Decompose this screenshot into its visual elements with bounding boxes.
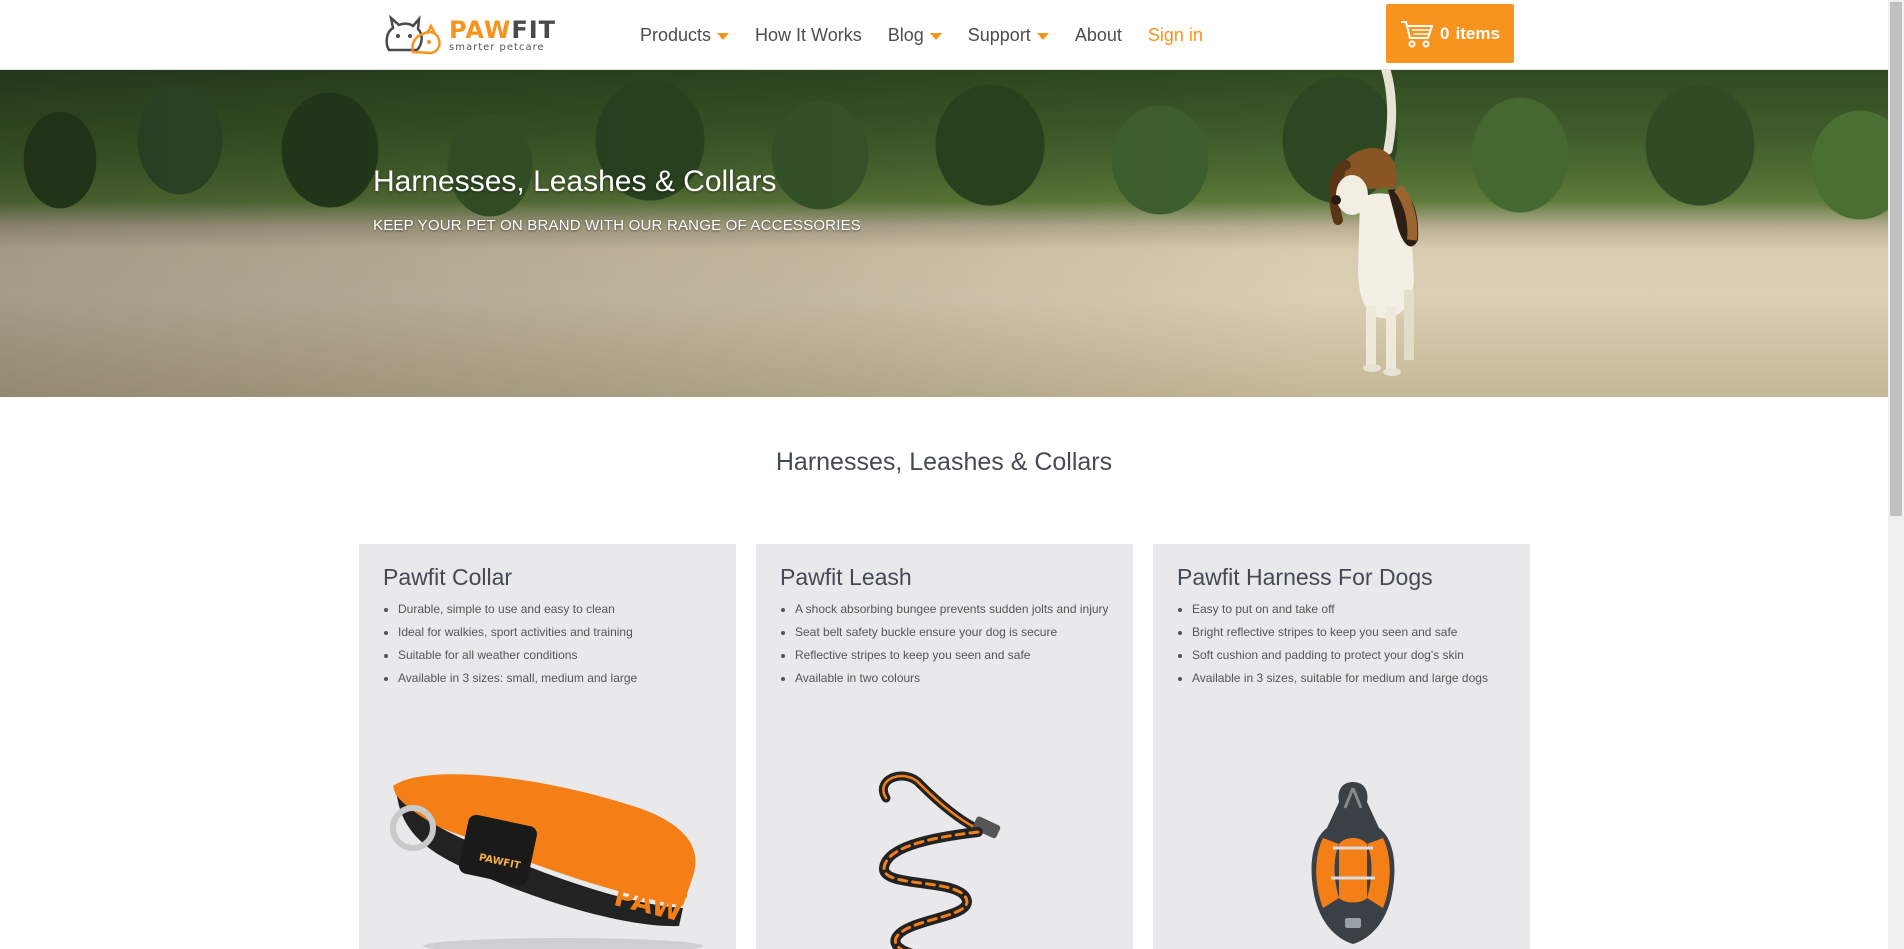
product-features: Durable, simple to use and easy to clean… [398, 598, 637, 690]
section-title: Harnesses, Leashes & Collars [775, 448, 1113, 476]
feature-item: Available in 3 sizes, suitable for mediu… [1192, 667, 1488, 690]
hero-subtitle: KEEP YOUR PET ON BRAND WITH OUR RANGE OF… [373, 217, 861, 234]
site-header: PAWFIT smarter petcare Products How It W… [0, 0, 1888, 70]
product-title[interactable]: Pawfit Collar [383, 564, 512, 591]
product-card-leash[interactable]: Pawfit Leash A shock absorbing bungee pr… [756, 544, 1133, 949]
feature-item: Soft cushion and padding to protect your… [1192, 644, 1488, 667]
feature-item: Seat belt safety buckle ensure your dog … [795, 621, 1109, 644]
nav-about[interactable]: About [1075, 25, 1122, 46]
cat-dog-logo-icon [385, 14, 441, 55]
cart-count: 0 [1440, 23, 1450, 43]
nav-about-label: About [1074, 24, 1122, 45]
product-features: Easy to put on and take off Bright refle… [1192, 598, 1488, 690]
feature-item: Reflective stripes to keep you seen and … [795, 644, 1109, 667]
scrollbar-thumb[interactable] [1890, 2, 1902, 516]
pawfit-logo[interactable]: PAWFIT smarter petcare [383, 14, 565, 56]
nav-products[interactable]: Products [640, 24, 730, 46]
feature-item: Easy to put on and take off [1192, 598, 1488, 621]
hero-banner: Harnesses, Leashes & Collars KEEP YOUR P… [0, 70, 1888, 397]
feature-item: Ideal for walkies, sport activities and … [398, 621, 637, 644]
beagle-image [1328, 70, 1419, 376]
feature-item: Available in 3 sizes: small, medium and … [398, 667, 637, 690]
main-nav: Products How It Works Blog Support About… [640, 0, 1229, 70]
nav-blog[interactable]: Blog [888, 25, 942, 46]
nav-support[interactable]: Support [968, 25, 1049, 46]
product-features: A shock absorbing bungee prevents sudden… [795, 598, 1109, 690]
harness-image[interactable] [1283, 778, 1423, 949]
product-title[interactable]: Pawfit Harness For Dogs [1177, 564, 1433, 591]
product-card-harness[interactable]: Pawfit Harness For Dogs Easy to put on a… [1153, 544, 1530, 949]
cart-icon [1401, 20, 1434, 47]
nav-blog-label: Blog [887, 24, 924, 45]
nav-how-it-works-label: How It Works [755, 24, 862, 45]
nav-sign-in-label: Sign in [1147, 24, 1203, 45]
feature-item: A shock absorbing bungee prevents sudden… [795, 598, 1109, 621]
nav-how-it-works[interactable]: How It Works [755, 25, 862, 46]
caret-down-icon [717, 32, 730, 40]
nav-products-label: Products [640, 24, 712, 45]
nav-support-label: Support [967, 24, 1031, 45]
page-scrollbar[interactable] [1888, 0, 1904, 949]
brand-name-fit: FIT [511, 15, 557, 44]
feature-item: Suitable for all weather conditions [398, 644, 637, 667]
leash-image[interactable] [866, 768, 1046, 949]
feature-item: Available in two colours [795, 667, 1109, 690]
feature-item: Durable, simple to use and easy to clean [398, 598, 637, 621]
nav-sign-in[interactable]: Sign in [1148, 25, 1203, 46]
feature-item: Bright reflective stripes to keep you se… [1192, 621, 1488, 644]
hero-title: Harnesses, Leashes & Collars [373, 165, 777, 198]
cart-items-label: items [1455, 23, 1500, 43]
brand-name-paw: PAW [449, 15, 512, 44]
cart-button[interactable]: 0 items [1386, 4, 1514, 63]
collar-image[interactable]: PAWFIT PAW [383, 756, 723, 949]
brand-tagline: smarter petcare [449, 41, 545, 53]
product-card-collar[interactable]: Pawfit Collar Durable, simple to use and… [359, 544, 736, 949]
caret-down-icon [1036, 32, 1049, 40]
product-title[interactable]: Pawfit Leash [780, 564, 912, 591]
caret-down-icon [929, 32, 942, 40]
